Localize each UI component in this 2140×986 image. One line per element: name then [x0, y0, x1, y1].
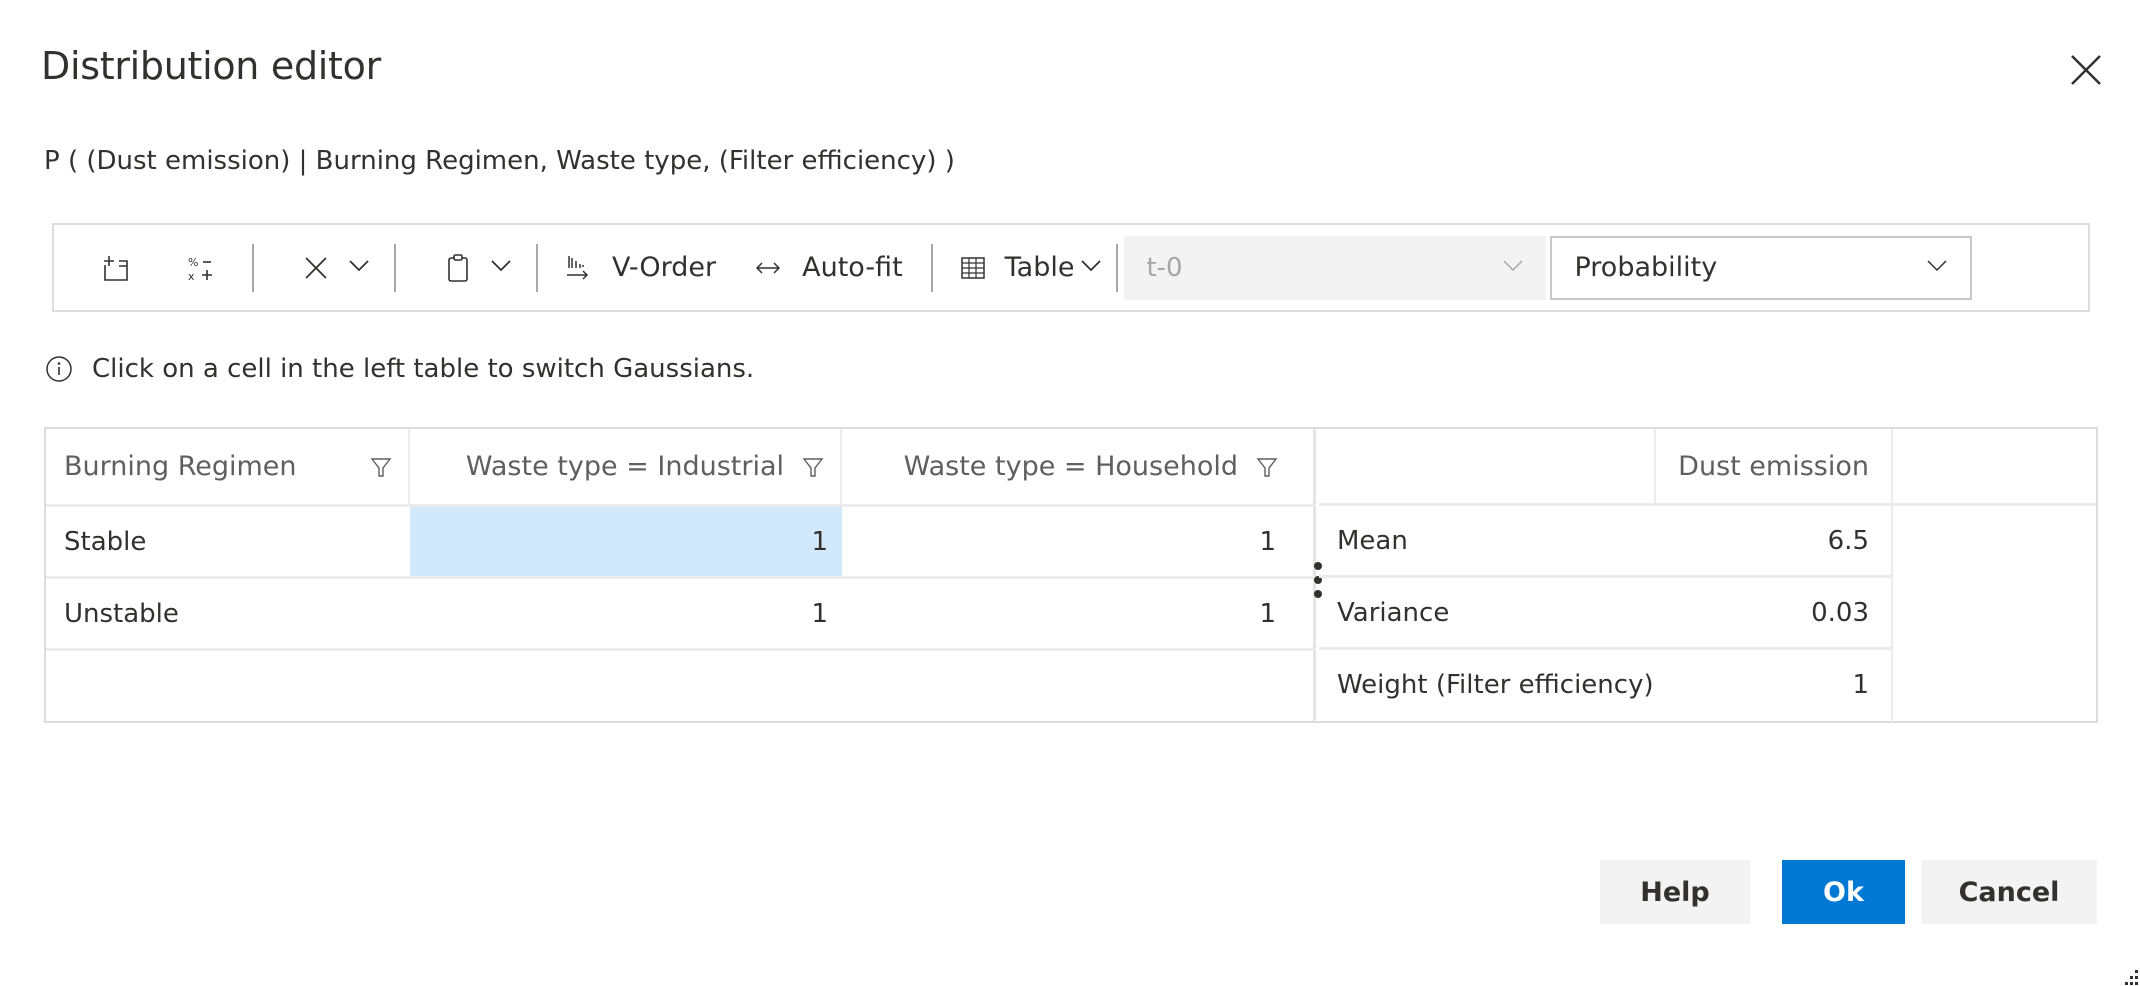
close-button[interactable] — [2068, 52, 2104, 88]
auto-fit-button[interactable]: Auto-fit — [746, 238, 903, 298]
table-cell[interactable]: 1 — [842, 579, 1316, 648]
chevron-down-icon — [1502, 258, 1524, 277]
column-header — [1893, 429, 2096, 503]
mode-value: Probability — [1574, 252, 1718, 283]
table-row: Variance 0.03 — [1319, 578, 1893, 650]
auto-fit-label: Auto-fit — [802, 252, 903, 283]
toolbar-separator — [1116, 243, 1119, 292]
gaussian-parameters-table: Dust emission Mean 6.5 Variance 0.03 Wei… — [1319, 429, 2096, 722]
table-row: Mean 6.5 — [1319, 506, 1893, 578]
parameter-label: Weight (Filter efficiency) — [1337, 669, 1654, 700]
toolbar-separator — [252, 243, 254, 292]
parent-states-table: Burning Regimen Waste type = Industrial … — [46, 429, 1316, 721]
add-row-button[interactable] — [94, 238, 138, 298]
parameter-label: Variance — [1337, 597, 1450, 628]
close-icon — [2071, 55, 2101, 85]
chevron-down-icon — [1926, 258, 1948, 277]
table-row: Unstable 1 1 — [46, 579, 1316, 651]
clear-icon — [294, 246, 338, 290]
distribution-formula: P ( (Dust emission) | Burning Regimen, W… — [44, 146, 955, 176]
auto-fit-icon — [746, 246, 790, 290]
dialog-title: Distribution editor — [41, 44, 381, 88]
filter-icon[interactable] — [368, 454, 394, 480]
help-button[interactable]: Help — [1600, 860, 1750, 924]
math-operations-icon: % x — [178, 246, 222, 290]
toolbar-separator — [930, 243, 933, 292]
table-header: Dust emission — [1319, 429, 2096, 506]
table-cell[interactable]: 1 — [842, 507, 1316, 576]
clipboard-icon — [436, 246, 480, 290]
parameter-value[interactable]: 6.5 — [1656, 506, 1891, 575]
row-label: Unstable — [64, 598, 179, 629]
info-text: Click on a cell in the left table to swi… — [92, 354, 755, 384]
column-header-label: Waste type = Industrial — [465, 451, 784, 482]
table-row: Stable 1 1 — [46, 507, 1316, 579]
parameter-value[interactable]: 1 — [1656, 650, 1891, 719]
table-icon — [951, 246, 995, 290]
distribution-grid: Burning Regimen Waste type = Industrial … — [44, 427, 2098, 723]
filter-icon[interactable] — [800, 454, 826, 480]
column-header: Dust emission — [1656, 429, 1893, 503]
toolbar: % x V-Order Auto-fit Table t-0 Probabili… — [52, 223, 2090, 312]
row-label: Stable — [64, 526, 147, 557]
info-message: Click on a cell in the left table to swi… — [44, 354, 754, 384]
mode-dropdown[interactable]: Probability — [1550, 235, 1973, 300]
column-header-label: Waste type = Household — [903, 451, 1238, 482]
time-slice-dropdown: t-0 — [1124, 235, 1547, 300]
cancel-button[interactable]: Cancel — [1921, 860, 2097, 924]
paste-button[interactable] — [436, 238, 512, 298]
resize-grip-icon[interactable] — [2122, 966, 2140, 986]
svg-text:%: % — [188, 256, 198, 269]
svg-text:x: x — [188, 270, 195, 283]
chevron-down-icon[interactable] — [490, 258, 512, 277]
chevron-down-icon[interactable] — [348, 258, 370, 277]
math-operations-button[interactable]: % x — [178, 238, 222, 298]
toolbar-separator — [536, 243, 538, 292]
table-view-button[interactable]: Table — [951, 238, 1103, 298]
column-header — [1319, 429, 1656, 503]
toolbar-separator — [394, 243, 396, 292]
info-icon — [46, 356, 72, 382]
table-cell[interactable]: 1 — [410, 507, 842, 576]
v-order-label: V-Order — [612, 252, 717, 283]
filter-icon[interactable] — [1254, 454, 1280, 480]
v-order-icon — [556, 246, 600, 290]
chevron-down-icon — [1080, 258, 1102, 277]
parameter-label: Mean — [1337, 525, 1408, 556]
column-header-label: Burning Regimen — [64, 451, 297, 482]
table-header: Burning Regimen Waste type = Industrial … — [46, 429, 1316, 507]
clear-button[interactable] — [294, 238, 370, 298]
table-cell[interactable]: 1 — [410, 579, 842, 648]
parameter-value[interactable]: 0.03 — [1656, 578, 1891, 647]
column-header[interactable]: Waste type = Household — [842, 429, 1316, 504]
table-row: Weight (Filter efficiency) 1 — [1319, 650, 1893, 722]
column-header[interactable]: Waste type = Industrial — [410, 429, 842, 504]
ok-button[interactable]: Ok — [1782, 860, 1905, 924]
v-order-button[interactable]: V-Order — [556, 238, 716, 298]
time-slice-value: t-0 — [1146, 252, 1183, 283]
add-row-icon — [94, 246, 138, 290]
column-header[interactable]: Burning Regimen — [46, 429, 410, 504]
table-view-label: Table — [1004, 252, 1075, 283]
